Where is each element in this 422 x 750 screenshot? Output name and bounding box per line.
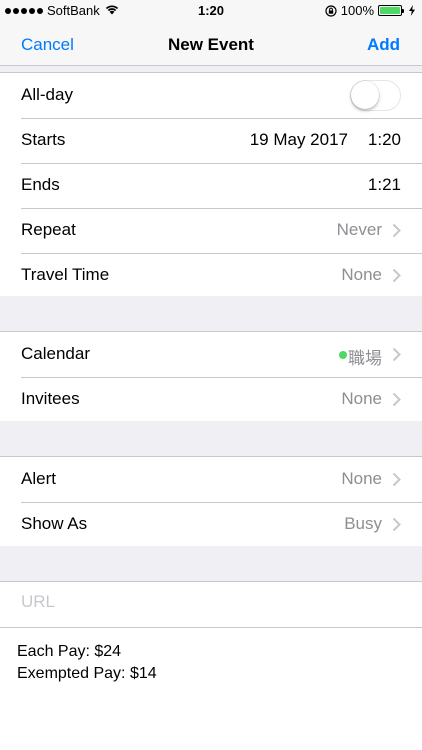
section-spacer: [0, 546, 422, 581]
navigation-bar: Cancel New Event Add: [0, 22, 422, 66]
section-spacer: [0, 421, 422, 456]
add-button[interactable]: Add: [367, 35, 400, 55]
ends-time: 1:21: [367, 175, 401, 194]
page-title: New Event: [168, 35, 254, 54]
url-row: [0, 582, 422, 627]
chevron-right-icon: [392, 472, 401, 487]
event-time-section: All-day Starts 19 May 2017 1:20 Ends 1:2…: [0, 72, 422, 299]
repeat-value: Never: [336, 220, 382, 239]
repeat-row[interactable]: Repeat Never: [0, 208, 422, 253]
status-right: 100%: [325, 3, 416, 18]
url-section: [0, 581, 422, 628]
travel-time-label: Travel Time: [21, 265, 110, 284]
allday-toggle[interactable]: [350, 80, 401, 111]
rotation-lock-icon: [325, 4, 337, 17]
chevron-right-icon: [392, 517, 401, 532]
charging-bolt-icon: [409, 5, 415, 16]
chevron-right-icon: [392, 347, 401, 362]
toggle-knob: [351, 81, 379, 109]
url-field[interactable]: [21, 592, 401, 612]
alert-label: Alert: [21, 469, 56, 488]
ends-row[interactable]: Ends 1:21: [0, 163, 422, 208]
alert-row[interactable]: Alert None: [0, 457, 422, 502]
invitees-row[interactable]: Invitees None: [0, 377, 422, 422]
chevron-right-icon: [392, 392, 401, 407]
calendar-color-dot: [339, 351, 347, 359]
allday-row: All-day: [0, 73, 422, 118]
alert-value: None: [341, 469, 382, 488]
calendar-value: 職場: [348, 349, 382, 368]
starts-date: 19 May 2017: [249, 130, 348, 149]
show-as-row[interactable]: Show As Busy: [0, 502, 422, 547]
travel-time-row[interactable]: Travel Time None: [0, 253, 422, 298]
show-as-value: Busy: [344, 514, 382, 533]
status-bar: SoftBank 1:20 100%: [0, 0, 422, 22]
battery-fill: [380, 7, 400, 14]
invitees-label: Invitees: [21, 389, 80, 408]
section-spacer: [0, 296, 422, 331]
notes-area[interactable]: Each Pay: $24 Exempted Pay: $14: [17, 641, 157, 685]
battery-icon: [378, 5, 404, 16]
starts-time: 1:20: [367, 130, 401, 149]
exempted-pay-text: Exempted Pay: $14: [17, 665, 157, 682]
starts-row[interactable]: Starts 19 May 2017 1:20: [0, 118, 422, 163]
allday-label: All-day: [21, 85, 73, 104]
invitees-value: None: [341, 389, 382, 408]
chevron-right-icon: [392, 223, 401, 238]
each-pay-text: Each Pay: $24: [17, 643, 122, 660]
chevron-right-icon: [392, 268, 401, 283]
show-as-label: Show As: [21, 514, 88, 533]
repeat-label: Repeat: [21, 220, 76, 239]
battery-percent: 100%: [340, 3, 374, 18]
alert-section: Alert None Show As Busy: [0, 456, 422, 548]
ends-label: Ends: [21, 175, 60, 194]
calendar-section: Calendar 職場 Invitees None: [0, 331, 422, 423]
calendar-row[interactable]: Calendar 職場: [0, 332, 422, 377]
calendar-label: Calendar: [21, 344, 90, 363]
starts-label: Starts: [21, 130, 66, 149]
travel-time-value: None: [341, 265, 382, 284]
